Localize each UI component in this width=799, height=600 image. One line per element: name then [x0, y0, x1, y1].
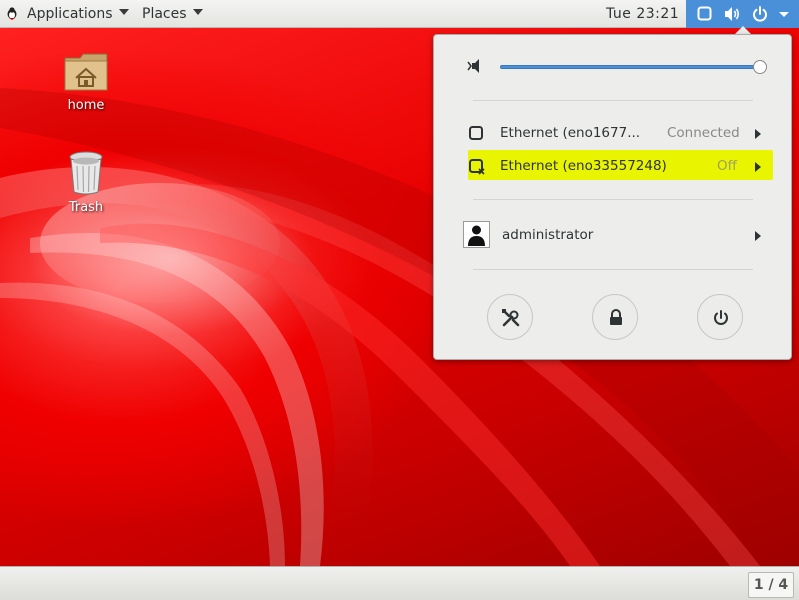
settings-icon: [502, 309, 520, 327]
ethernet-disconnected-icon: [469, 159, 485, 175]
network-wired-icon: [697, 6, 712, 21]
power-off-button[interactable]: [697, 294, 743, 340]
chevron-right-icon: [755, 129, 761, 139]
user-menu-item[interactable]: administrator: [433, 222, 792, 250]
chevron-right-icon: [755, 231, 761, 241]
system-status-area[interactable]: [686, 0, 799, 28]
lock-icon: [610, 309, 622, 325]
workspace-switcher[interactable]: 1 / 4: [748, 572, 794, 598]
applications-menu-label: Applications: [27, 6, 113, 22]
trash-icon: [69, 151, 103, 195]
lock-screen-button[interactable]: [592, 294, 638, 340]
menu-separator: [473, 269, 753, 270]
user-name: administrator: [502, 227, 594, 243]
applications-menu-button[interactable]: Applications: [27, 0, 129, 28]
network-item-name: Ethernet (eno1677...: [500, 125, 641, 141]
chevron-down-icon: [118, 9, 129, 15]
places-menu-button[interactable]: Places: [142, 0, 203, 28]
volume-icon: [725, 7, 740, 21]
menu-separator: [473, 199, 753, 200]
volume-slider-track[interactable]: [500, 65, 760, 69]
chevron-down-icon: [192, 9, 203, 15]
home-folder-icon: [64, 53, 108, 91]
chevron-down-icon: [779, 12, 789, 17]
settings-button[interactable]: [487, 294, 533, 340]
distro-logo-icon: [7, 7, 17, 20]
desktop-icon-label: Trash: [68, 200, 104, 215]
clock[interactable]: Tue 23:21: [606, 0, 679, 28]
network-item-name: Ethernet (eno33557248): [500, 158, 667, 174]
power-icon: [714, 310, 728, 325]
places-menu-label: Places: [142, 6, 187, 22]
chevron-right-icon: [755, 162, 761, 172]
bottom-bar: 1 / 4: [0, 566, 799, 600]
desktop-icon-trash[interactable]: Trash: [46, 150, 126, 215]
network-item-status: Off: [717, 158, 737, 174]
network-item-status: Connected: [667, 125, 740, 141]
desktop-icon-label: home: [67, 98, 105, 113]
network-item-eno33557248[interactable]: Ethernet (eno33557248) Off: [433, 153, 792, 181]
ethernet-connected-icon: [469, 126, 483, 140]
volume-slider-handle[interactable]: [753, 60, 767, 74]
top-bar: Applications Places Tue 23:21: [0, 0, 799, 28]
menu-separator: [473, 100, 753, 101]
speaker-icon[interactable]: [467, 58, 485, 74]
power-icon: [753, 6, 767, 22]
desktop-icon-home[interactable]: home: [46, 50, 126, 113]
network-item-eno1677[interactable]: Ethernet (eno1677... Connected: [433, 120, 792, 148]
